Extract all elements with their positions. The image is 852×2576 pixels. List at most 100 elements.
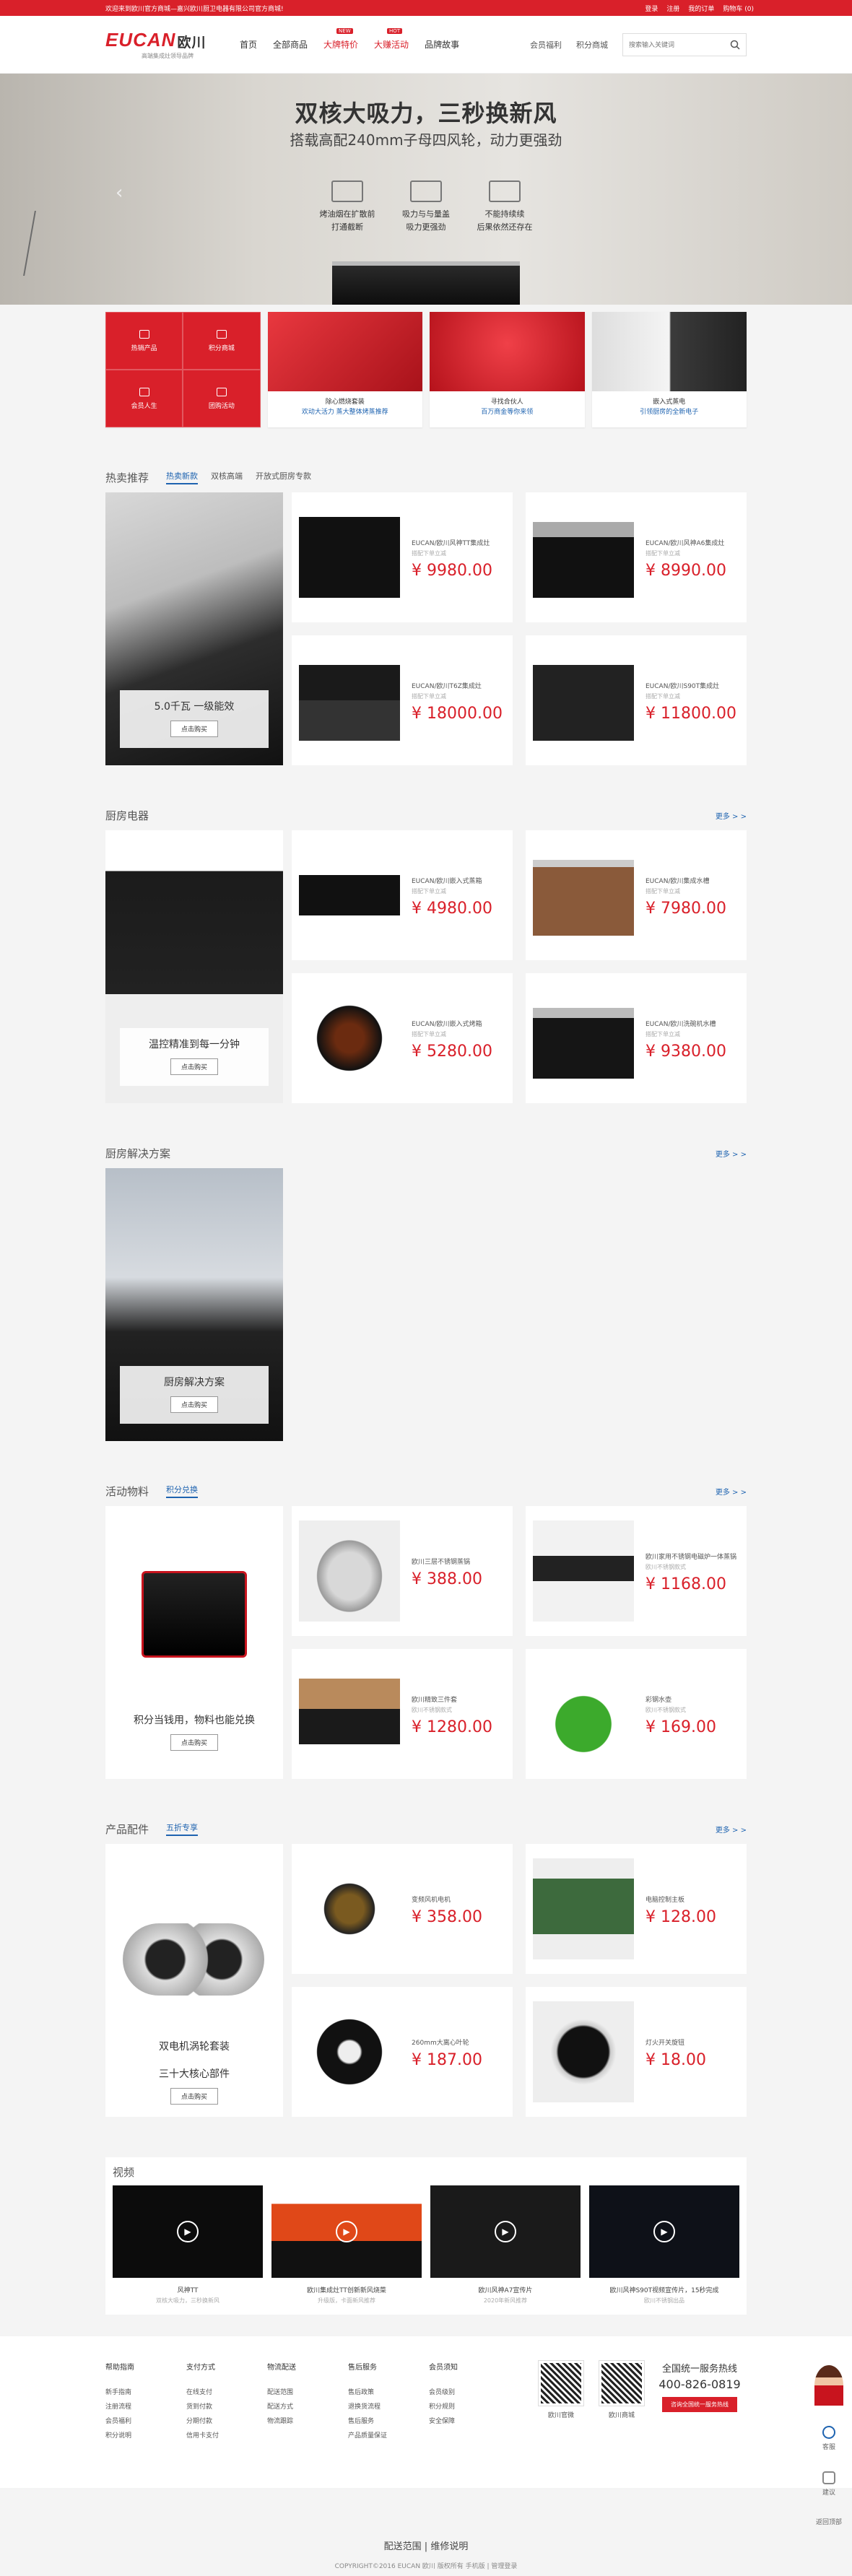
tab-points[interactable]: 积分兑换 [166, 1484, 199, 1498]
footer-link[interactable]: 信用卡支付 [186, 2429, 267, 2443]
footer-link[interactable]: 退换货流程 [348, 2400, 429, 2414]
login-link[interactable]: 登录 [645, 4, 658, 13]
points-mall-link[interactable]: 积分商城 [576, 39, 608, 51]
product-card[interactable]: EUCAN/欧川洗碗机水槽 搭配下单立减 ¥ 9380.00 [526, 973, 747, 1103]
customer-service-avatar[interactable] [814, 2365, 843, 2406]
footer-link[interactable]: 分期付款 [186, 2414, 267, 2429]
product-card[interactable]: EUCAN/欧川风神TT集成灶 搭配下单立减 ¥ 9980.00 [292, 492, 513, 622]
nav-home[interactable]: 首页 [240, 34, 257, 55]
play-icon[interactable]: ▶ [495, 2221, 516, 2242]
nav-specials[interactable]: NEW 大牌特价 [323, 28, 358, 55]
register-link[interactable]: 注册 [666, 4, 679, 13]
product-card[interactable]: 彩钢水壶 欧川不锈钢款式 ¥ 169.00 [526, 1649, 747, 1779]
more-link[interactable]: 更多 > > [716, 1824, 747, 1835]
section-title: 厨房电器 [105, 809, 149, 822]
buy-button[interactable]: 点击购买 [170, 1734, 218, 1751]
play-icon[interactable]: ▶ [177, 2221, 199, 2242]
footer-link[interactable]: 配送方式 [267, 2400, 348, 2414]
footer-link[interactable]: 物流跟踪 [267, 2414, 348, 2429]
feature-card[interactable]: 双电机涡轮套装 三十大核心部件 点击购买 [105, 1844, 283, 2117]
product-card[interactable]: 欧川家用不锈钢电磁炉一体蒸锅 欧川不锈钢款式 ¥ 1168.00 [526, 1506, 747, 1636]
more-link[interactable]: 更多 > > [716, 1148, 747, 1159]
video-card[interactable]: ▶ 欧川风神A7宣传片 2020年新风推荐 [430, 2185, 581, 2305]
feature-card[interactable]: 温控精准到每一分钟 点击购买 [105, 830, 283, 1103]
product-card[interactable]: EUCAN/欧川集成水槽 搭配下单立减 ¥ 7980.00 [526, 830, 747, 960]
tab-hot-new[interactable]: 热卖新款 [166, 470, 199, 484]
hotline-button[interactable]: 咨询全国统一服务热线 [662, 2397, 737, 2412]
footer-link[interactable]: 安全保障 [429, 2414, 510, 2429]
back-to-top-button[interactable]: 返回顶部 [816, 2517, 842, 2526]
feature-card[interactable]: 5.0千瓦 一级能效 点击购买 [105, 492, 283, 765]
product-card[interactable]: EUCAN/欧川嵌入式烤箱 搭配下单立减 ¥ 5280.00 [292, 973, 513, 1103]
product-image [533, 1858, 634, 1959]
quick-link-points[interactable]: 积分商城 [183, 312, 261, 370]
service-button[interactable]: 客服 [822, 2426, 835, 2451]
product-card[interactable]: 欧川精致三件套 欧川不锈钢款式 ¥ 1280.00 [292, 1649, 513, 1779]
more-link[interactable]: 更多 > > [716, 810, 747, 821]
product-image [299, 1520, 400, 1622]
product-card[interactable]: EUCAN/欧川嵌入式蒸箱 搭配下单立减 ¥ 4980.00 [292, 830, 513, 960]
product-card[interactable]: EUCAN/欧川风神A6集成灶 搭配下单立减 ¥ 8990.00 [526, 492, 747, 622]
footer-link[interactable]: 积分说明 [105, 2429, 186, 2443]
footer-link[interactable]: 会员级别 [429, 2385, 510, 2400]
play-icon[interactable]: ▶ [653, 2221, 675, 2242]
footer-link[interactable]: 在线支付 [186, 2385, 267, 2400]
top-bar: 欢迎来到欧川官方商城—嘉兴欧川厨卫电器有限公司官方商城! 登录 注册 我的订单 … [0, 0, 852, 16]
footer-link[interactable]: 新手指南 [105, 2385, 186, 2400]
tab-dual-core[interactable]: 双核高端 [211, 470, 243, 484]
nav-events[interactable]: HOT 大赚活动 [374, 28, 409, 55]
nav-all-products[interactable]: 全部商品 [273, 34, 308, 55]
buy-button[interactable]: 点击购买 [170, 1058, 218, 1075]
footer-link[interactable]: 积分规则 [429, 2400, 510, 2414]
buy-button[interactable]: 点击购买 [170, 2088, 218, 2105]
quick-link-hot[interactable]: 热销产品 [105, 312, 183, 370]
promo-card-2[interactable]: 寻找合伙人 百万商金等你来领 [430, 312, 585, 427]
promo-card-1[interactable]: 除心燃烧套装 欢动大活力 蒸大整体烤蒸推荐 [267, 312, 422, 427]
footer-link[interactable]: 配送范围 [267, 2385, 348, 2400]
suggest-button[interactable]: 建议 [822, 2471, 835, 2497]
play-icon[interactable]: ▶ [336, 2221, 357, 2242]
copyright-links[interactable]: 配送范围 | 维修说明 [0, 2538, 852, 2552]
search-input[interactable] [629, 40, 716, 48]
feature-card[interactable]: 积分当钱用，物料也能兑换 点击购买 [105, 1506, 283, 1779]
video-card[interactable]: ▶ 风神TT 双核大吸力，三秒换新风 [113, 2185, 263, 2305]
orders-link[interactable]: 我的订单 [688, 4, 714, 13]
promo-card-3[interactable]: 嵌入式蒸电 引领厨房的全新电子 [591, 312, 747, 427]
filter-icon [410, 180, 442, 202]
footer-link[interactable]: 售后服务 [348, 2414, 429, 2429]
quick-link-member[interactable]: 会员人生 [105, 370, 183, 427]
promo-image-2 [430, 312, 585, 391]
nav-brand-story[interactable]: 品牌故事 [425, 34, 459, 55]
logo[interactable]: EUCAN 欧川 高端集成灶领导品牌 [105, 29, 221, 60]
cart-link[interactable]: 购物车 (0) [723, 4, 754, 13]
product-card[interactable]: 电脑控制主板 ¥ 128.00 [526, 1844, 747, 1974]
member-benefits-link[interactable]: 会员福利 [530, 39, 562, 51]
hero-banner[interactable]: ‹ 双核大吸力，三秒换新风 搭载高配240mm子母四风轮，动力更强劲 烤油烟在扩… [0, 74, 852, 305]
footer-link[interactable]: 货到付款 [186, 2400, 267, 2414]
buy-button[interactable]: 点击购买 [170, 721, 218, 737]
footer-link[interactable]: 售后政策 [348, 2385, 429, 2400]
buy-button[interactable]: 点击购买 [170, 1396, 218, 1413]
video-card[interactable]: ▶ 欧川风神S90T视频宣传片，15秒完成 欧川不锈钢出品 [589, 2185, 739, 2305]
search-icon[interactable] [730, 40, 740, 50]
product-card[interactable]: 灯火开关旋钮 ¥ 18.00 [526, 1987, 747, 2117]
more-link[interactable]: 更多 > > [716, 1486, 747, 1497]
footer-link[interactable]: 产品质量保证 [348, 2429, 429, 2443]
footer-col-help: 帮助指南 新手指南 注册流程 会员福利 积分说明 [105, 2361, 186, 2488]
footer-link[interactable]: 会员福利 [105, 2414, 186, 2429]
product-card[interactable]: 变频风机电机 ¥ 358.00 [292, 1844, 513, 1974]
tab-half-price[interactable]: 五折专享 [166, 1822, 199, 1836]
prev-arrow-icon[interactable]: ‹ [116, 182, 123, 204]
product-card[interactable]: EUCAN/欧川T6Z集成灶 搭配下单立减 ¥ 18000.00 [292, 635, 513, 765]
product-card[interactable]: 260mm大离心叶轮 ¥ 187.00 [292, 1987, 513, 2117]
product-card[interactable]: 欧川三层不锈钢蒸锅 ¥ 388.00 [292, 1506, 513, 1636]
product-card[interactable]: EUCAN/欧川S90T集成灶 搭配下单立减 ¥ 11800.00 [526, 635, 747, 765]
solution-card[interactable]: 厨房解决方案 点击购买 [105, 1168, 283, 1441]
quick-link-group[interactable]: 团购活动 [183, 370, 261, 427]
qr-mall: 欧川商城 [599, 2360, 645, 2488]
video-card[interactable]: ▶ 欧川集成灶TT创新新风烧菜 升级版，卡面新风推荐 [271, 2185, 422, 2305]
price: ¥ 1168.00 [645, 1575, 726, 1593]
product-image [299, 1663, 400, 1765]
tab-open-kitchen[interactable]: 开放式厨房专款 [256, 470, 311, 484]
footer-link[interactable]: 注册流程 [105, 2400, 186, 2414]
